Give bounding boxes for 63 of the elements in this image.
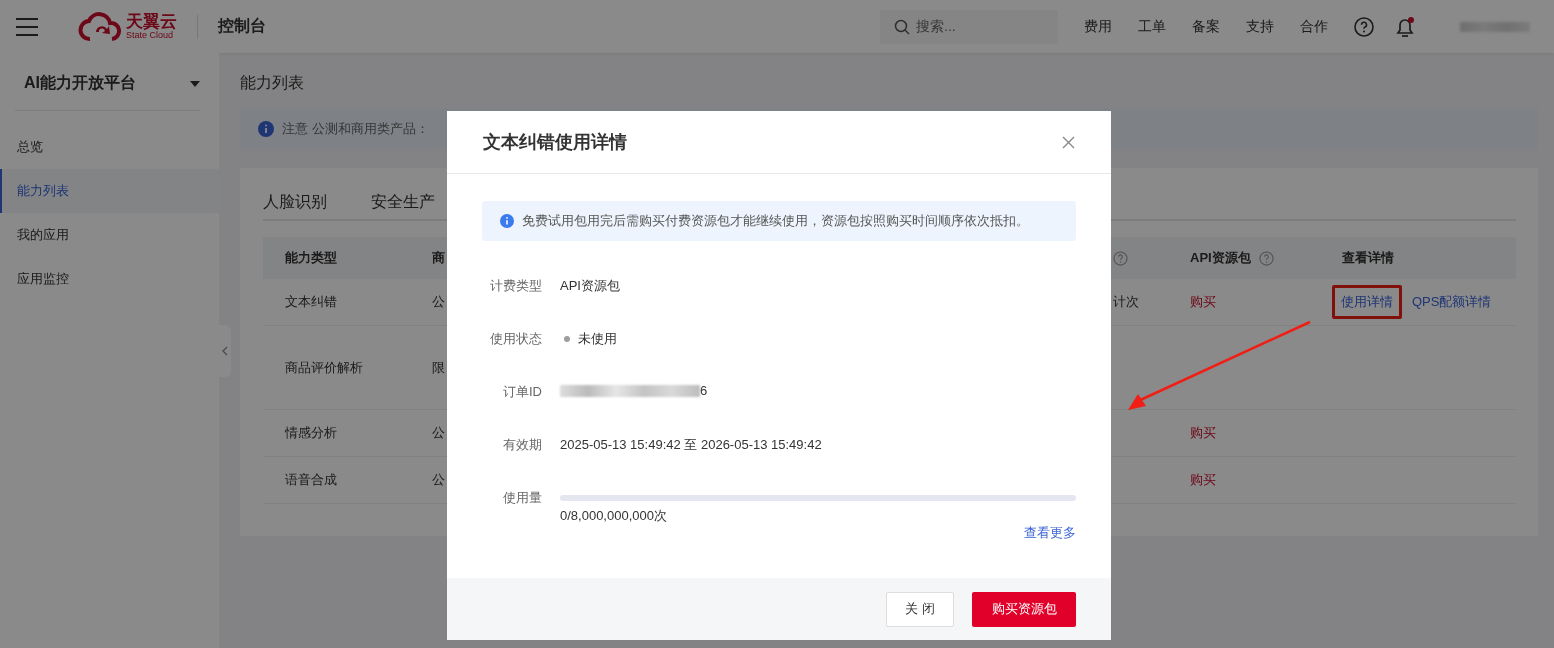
page-title: 能力列表 <box>240 73 305 93</box>
usage-count: 0/8,000,000,000次 <box>560 507 668 525</box>
field-label: 订单ID <box>502 383 542 401</box>
dropdown-caret-icon[interactable] <box>190 80 200 87</box>
table-cell: 情感分析 <box>285 424 337 442</box>
notice-text: 免费试用包用完后需购买付费资源包才能继续使用，资源包按照购买时间顺序依次抵扣。 <box>522 212 1029 230</box>
column-label: 商 <box>432 249 445 267</box>
details-link[interactable]: 使用详情 <box>1341 294 1393 309</box>
field-label: 使用状态 <box>489 330 542 348</box>
status-text: 未使用 <box>578 330 617 348</box>
collapse-handle[interactable] <box>219 325 231 377</box>
console-title: 控制台 <box>218 16 266 36</box>
table-cell: 公 <box>432 471 445 489</box>
table-cell: 公 <box>432 424 445 442</box>
logo-name: 天翼云 <box>126 13 177 30</box>
column-label: 能力类型 <box>285 249 337 267</box>
nav-link[interactable]: 备案 <box>1192 17 1220 36</box>
notice-text: 注意 公测和商用类产品： <box>282 119 429 138</box>
table-cell: 文本纠错 <box>285 293 337 311</box>
field-value: 6 <box>700 383 708 398</box>
buy-link[interactable]: 购买 <box>1190 424 1216 442</box>
bell-icon[interactable] <box>1394 15 1416 38</box>
field-label: 有效期 <box>502 436 542 454</box>
sidebar-item[interactable]: 能力列表 <box>0 169 219 213</box>
table-cell: 限 <box>432 358 445 377</box>
menu-icon[interactable] <box>16 17 38 36</box>
close-button[interactable]: 关 闭 <box>886 591 954 627</box>
chevron-left-icon <box>222 346 228 356</box>
column-label: API资源包 <box>1190 249 1251 267</box>
details-link[interactable]: QPS配额详情 <box>1412 293 1492 311</box>
view-more-link[interactable]: 查看更多 <box>1024 525 1076 540</box>
search-field[interactable]: 搜索... <box>880 9 1058 44</box>
sidebar-item[interactable]: 总览 <box>0 125 219 169</box>
platform-title: AI能力开放平台 <box>24 73 136 93</box>
dialog-title: 文本纠错使用详情 <box>483 131 627 154</box>
nav-link[interactable]: 工单 <box>1138 17 1166 36</box>
tab[interactable]: 人脸识别 <box>263 192 327 221</box>
redacted-username <box>1460 21 1530 32</box>
help-icon[interactable] <box>1354 16 1374 37</box>
buy-package-button[interactable]: 购买资源包 <box>972 591 1076 627</box>
buy-link[interactable]: 购买 <box>1190 471 1216 489</box>
field-value: 2025-05-13 15:49:42 至 2026-05-13 15:49:42 <box>560 436 823 454</box>
field-label: 使用量 <box>502 489 542 507</box>
tab[interactable]: 安全生产 <box>371 192 435 221</box>
info-icon <box>500 214 514 228</box>
nav-link[interactable]: 费用 <box>1084 17 1112 36</box>
search-icon <box>894 18 910 35</box>
info-icon <box>258 120 274 137</box>
table-cell: 商品评价解析 <box>285 358 363 377</box>
table-cell: 公 <box>432 293 445 311</box>
field-label: 计费类型 <box>489 277 542 295</box>
logo-tagline: State Cloud <box>126 30 175 40</box>
sidebar-item[interactable]: 应用监控 <box>0 257 219 301</box>
buy-link[interactable]: 购买 <box>1190 293 1216 311</box>
close-icon[interactable] <box>1062 135 1075 149</box>
table-cell: 计次 <box>1113 293 1139 311</box>
nav-link[interactable]: 支持 <box>1246 17 1274 36</box>
field-value: API资源包 <box>560 277 621 295</box>
table-cell: 语音合成 <box>285 471 337 489</box>
column-label: 查看详情 <box>1342 249 1394 267</box>
sidebar-item[interactable]: 我的应用 <box>0 213 219 257</box>
nav-link[interactable]: 合作 <box>1300 17 1328 36</box>
cloud-logo-icon <box>78 11 122 42</box>
